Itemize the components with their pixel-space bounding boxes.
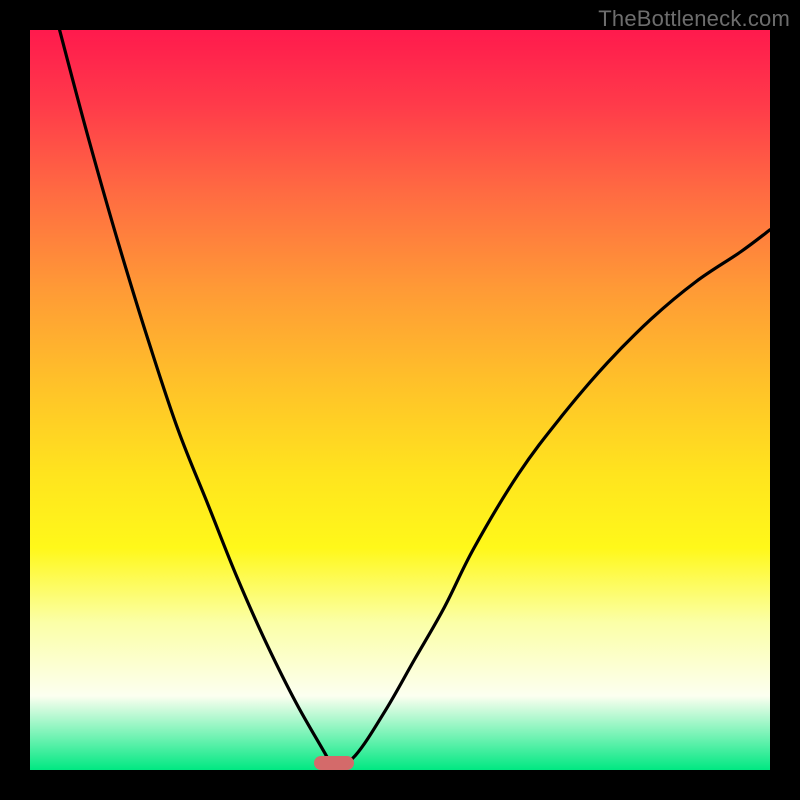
curves-svg xyxy=(30,30,770,770)
optimum-marker xyxy=(314,756,354,770)
plot-area xyxy=(30,30,770,770)
chart-frame: TheBottleneck.com xyxy=(0,0,800,800)
right-curve xyxy=(333,230,770,770)
left-curve xyxy=(60,30,334,770)
watermark-text: TheBottleneck.com xyxy=(598,6,790,32)
